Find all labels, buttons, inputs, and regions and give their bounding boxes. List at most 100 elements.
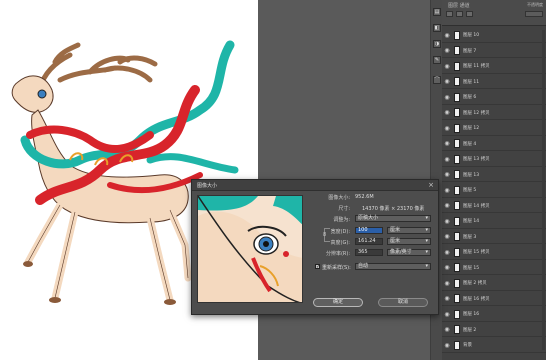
layer-row[interactable]: ◉ 图层 12 拷贝 xyxy=(442,107,546,121)
layer-row[interactable]: ◉ 图层 12 xyxy=(442,122,546,136)
eye-icon[interactable]: ◉ xyxy=(442,171,452,178)
eye-icon[interactable]: ◉ xyxy=(442,295,452,302)
layer-thumbnail xyxy=(454,46,460,56)
eye-icon[interactable]: ◉ xyxy=(442,125,452,132)
eye-icon[interactable]: ◉ xyxy=(442,109,452,116)
layer-name: 图层 2 拷贝 xyxy=(463,281,487,287)
brush-icon[interactable]: ✎ xyxy=(433,56,441,64)
lock-pixels-icon[interactable] xyxy=(446,11,453,17)
layer-row[interactable]: ◉ 图层 2 拷贝 xyxy=(442,277,546,291)
layer-name: 图层 13 xyxy=(463,172,480,178)
eye-icon[interactable]: ◉ xyxy=(442,342,452,349)
eye-icon[interactable]: ◉ xyxy=(442,140,452,147)
properties-icon[interactable]: ◧ xyxy=(433,24,441,32)
eye-icon[interactable]: ◉ xyxy=(442,156,452,163)
eye-icon[interactable]: ◉ xyxy=(442,326,452,333)
layer-row[interactable]: ◉ 图层 16 拷贝 xyxy=(442,293,546,307)
layer-row[interactable]: ◉ 图层 7 xyxy=(442,45,546,59)
adjustments-icon[interactable]: ◑ xyxy=(433,40,441,48)
layers-tab[interactable]: 图层 通道 xyxy=(448,2,470,9)
ok-button[interactable]: 确定 xyxy=(313,298,363,307)
cancel-button[interactable]: 取消 xyxy=(378,298,428,307)
chevron-down-icon: ▾ xyxy=(425,263,428,269)
layer-row[interactable]: ◉ 背景 xyxy=(442,339,546,353)
layer-thumbnail xyxy=(454,263,460,273)
eye-icon[interactable]: ◉ xyxy=(442,32,452,39)
layer-row[interactable]: ◉ 图层 11 xyxy=(442,76,546,90)
width-input[interactable]: 100 xyxy=(355,227,383,234)
layer-row[interactable]: ◉ 图层 15 xyxy=(442,262,546,276)
lock-position-icon[interactable] xyxy=(456,11,463,17)
layer-thumbnail xyxy=(454,185,460,195)
layer-thumbnail xyxy=(454,61,460,71)
fill-field[interactable] xyxy=(525,11,543,17)
lock-all-icon[interactable] xyxy=(466,11,473,17)
opacity-label: 不透明度 xyxy=(527,2,543,7)
paths-icon[interactable]: ⌒ xyxy=(433,76,441,84)
layer-thumbnail xyxy=(454,154,460,164)
fit-to-select[interactable]: 原稿大小 ▾ xyxy=(355,215,431,222)
layer-name: 图层 16 xyxy=(463,312,480,318)
layer-row[interactable]: ◉ 图层 10 xyxy=(442,29,546,43)
layer-row[interactable]: ◉ 图层 11 拷贝 xyxy=(442,60,546,74)
layer-name: 图层 6 xyxy=(463,95,477,101)
eye-icon[interactable]: ◉ xyxy=(442,249,452,256)
layers-scrollbar[interactable] xyxy=(542,30,545,350)
chevron-down-icon: ▾ xyxy=(425,227,428,233)
eye-icon[interactable]: ◉ xyxy=(442,94,452,101)
resample-select[interactable]: 自动 ▾ xyxy=(355,263,431,270)
layer-thumbnail xyxy=(454,139,460,149)
layer-row[interactable]: ◉ 图层 14 拷贝 xyxy=(442,200,546,214)
height-unit-select[interactable]: 厘米 ▾ xyxy=(387,238,431,245)
layer-row[interactable]: ◉ 图层 2 xyxy=(442,324,546,338)
layer-row[interactable]: ◉ 图层 14 xyxy=(442,215,546,229)
layer-name: 图层 15 拷贝 xyxy=(463,250,490,256)
eye-icon[interactable]: ◉ xyxy=(442,187,452,194)
eye-icon[interactable]: ◉ xyxy=(442,202,452,209)
layer-row[interactable]: ◉ 图层 13 拷贝 xyxy=(442,153,546,167)
layer-thumbnail xyxy=(454,247,460,257)
layer-thumbnail xyxy=(454,232,460,242)
width-unit-value: 厘米 xyxy=(390,227,401,233)
eye-icon[interactable]: ◉ xyxy=(442,264,452,271)
chevron-down-icon: ▾ xyxy=(425,238,428,244)
eye-icon[interactable]: ◉ xyxy=(442,47,452,54)
dimensions-label: 尺寸: xyxy=(338,206,350,212)
layer-row[interactable]: ◉ 图层 15 拷贝 xyxy=(442,246,546,260)
layer-row[interactable]: ◉ 图层 16 xyxy=(442,308,546,322)
layer-thumbnail xyxy=(454,294,460,304)
height-unit-value: 厘米 xyxy=(390,238,401,244)
layer-name: 图层 2 xyxy=(463,327,477,333)
image-size-value: 952.6M xyxy=(355,194,374,200)
layer-thumbnail xyxy=(454,30,460,40)
layer-row[interactable]: ◉ 图层 6 xyxy=(442,91,546,105)
layer-row[interactable]: ◉ 图层 5 xyxy=(442,184,546,198)
resample-checkbox[interactable]: ✓ xyxy=(315,264,320,270)
dialog-title: 图像大小 xyxy=(197,183,218,189)
resolution-input[interactable]: 365 xyxy=(355,249,383,256)
eye-icon[interactable]: ◉ xyxy=(442,311,452,318)
resolution-unit-select[interactable]: 像素/英寸 ▾ xyxy=(387,249,431,256)
height-label: 高度(G): xyxy=(330,240,350,246)
layer-name: 图层 5 xyxy=(463,188,477,194)
eye-icon[interactable]: ◉ xyxy=(442,280,452,287)
eye-icon[interactable]: ◉ xyxy=(442,78,452,85)
layer-name: 图层 14 xyxy=(463,219,480,225)
eye-icon[interactable]: ◉ xyxy=(442,63,452,70)
eye-icon[interactable]: ◉ xyxy=(442,218,452,225)
layer-row[interactable]: ◉ 图层 13 xyxy=(442,169,546,183)
layer-row[interactable]: ◉ 图层 3 xyxy=(442,231,546,245)
history-icon[interactable]: ▤ xyxy=(433,8,441,16)
fit-to-label: 调整为: xyxy=(333,217,350,223)
width-unit-select[interactable]: 厘米 ▾ xyxy=(387,227,431,234)
eye-icon[interactable]: ◉ xyxy=(442,233,452,240)
height-input[interactable]: 161.24 xyxy=(355,238,383,245)
layer-thumbnail xyxy=(454,77,460,87)
dialog-title-bar[interactable]: 图像大小 × xyxy=(192,180,438,191)
layer-name: 图层 11 xyxy=(463,79,480,85)
close-icon[interactable]: × xyxy=(428,181,434,189)
resolution-unit-value: 像素/英寸 xyxy=(390,249,412,255)
layer-name: 图层 16 拷贝 xyxy=(463,296,490,302)
layer-thumbnail xyxy=(454,170,460,180)
layer-row[interactable]: ◉ 图层 4 xyxy=(442,138,546,152)
